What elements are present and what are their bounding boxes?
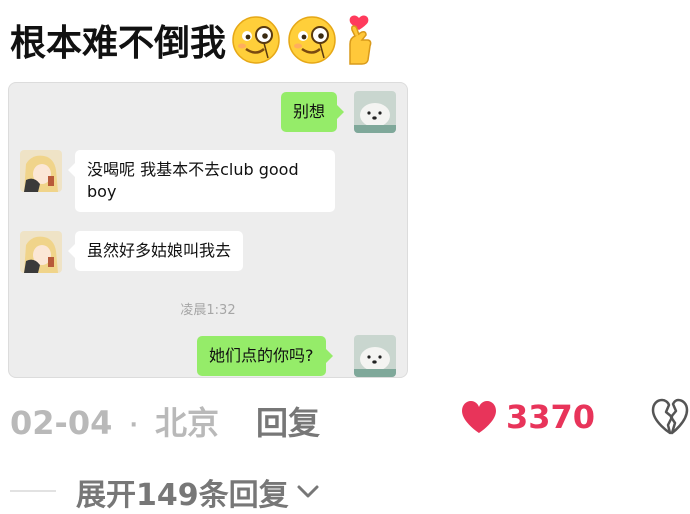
- chevron-down-icon: [297, 485, 319, 498]
- chat-screenshot: 别想 没喝呢 我基本不去club good boy 虽然好多姑娘叫我去 凌晨1:…: [8, 82, 408, 378]
- anime-girl-avatar: [20, 150, 62, 192]
- expand-replies-button[interactable]: 展开149条回复: [76, 470, 321, 514]
- meta-separator: ·: [129, 412, 138, 438]
- chat-bubble-left: 虽然好多姑娘叫我去: [67, 231, 244, 271]
- like-count: 3370: [506, 398, 596, 436]
- chat-bubble-left: 没喝呢 我基本不去club good boy: [68, 150, 335, 212]
- comment-text-row: 根本难不倒我: [10, 12, 378, 68]
- expand-replies-row: 展开149条回复: [10, 468, 410, 513]
- anime-girl-avatar: [20, 231, 62, 273]
- comment-location: 北京: [154, 404, 219, 442]
- chat-bubble-right: 她们点的你吗?: [197, 336, 332, 376]
- chat-timestamp: 凌晨1:32: [180, 303, 236, 318]
- divider-line: [10, 490, 56, 492]
- comment-date: 02-04 · 北京: [10, 398, 219, 444]
- monocle-face-icon: [230, 14, 282, 66]
- samoyed-dog-avatar: [354, 335, 396, 377]
- finger-heart-icon: [340, 14, 378, 66]
- expand-replies-label: 展开149条回复: [76, 478, 289, 513]
- comment-date-value: 02-04: [10, 404, 113, 442]
- chat-bubble-right: 别想: [281, 92, 345, 132]
- monocle-face-icon: [286, 14, 338, 66]
- comment-text: 根本难不倒我: [10, 23, 227, 64]
- samoyed-dog-avatar: [354, 91, 396, 133]
- heart-icon: [462, 401, 496, 433]
- reply-button[interactable]: 回复: [256, 398, 320, 444]
- comment-meta-row: 02-04 · 北京 回复 3370: [10, 394, 690, 442]
- dislike-button[interactable]: [650, 398, 690, 436]
- broken-heart-icon: [651, 398, 689, 435]
- like-button[interactable]: 3370: [460, 394, 595, 440]
